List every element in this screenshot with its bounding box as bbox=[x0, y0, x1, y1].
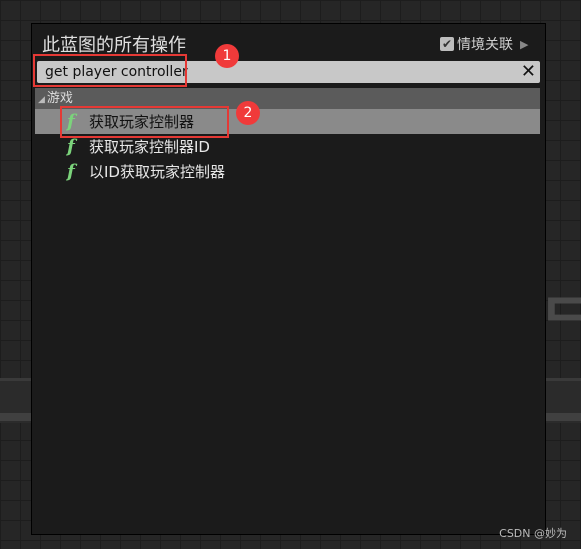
category-label: 游戏 bbox=[46, 91, 73, 106]
action-menu-panel: 此蓝图的所有操作 ✔ 情境关联 ▶ ✕ ◢游戏 f获取玩家控制器 f获取玩家控制… bbox=[31, 23, 546, 535]
triangle-down-icon: ◢ bbox=[38, 95, 45, 105]
item-label: 获取玩家控制器ID bbox=[89, 138, 210, 156]
watermark: CSDN @妙为 bbox=[499, 527, 567, 540]
context-label: 情境关联 bbox=[457, 37, 513, 53]
checkbox-checked-icon[interactable]: ✔ bbox=[440, 37, 454, 51]
annotation-badge-1: 1 bbox=[215, 44, 239, 68]
list-item[interactable]: f 以ID获取玩家控制器 bbox=[35, 159, 540, 184]
background-node-glyph: ᄃ bbox=[540, 289, 581, 359]
annotation-box-1 bbox=[33, 54, 187, 87]
annotation-box-2 bbox=[60, 106, 229, 138]
item-label: 以ID获取玩家控制器 bbox=[89, 163, 225, 181]
context-sensitive-toggle[interactable]: ✔ 情境关联 ▶ bbox=[440, 34, 528, 54]
arrow-right-icon[interactable]: ▶ bbox=[520, 38, 528, 51]
function-icon: f bbox=[67, 161, 75, 182]
annotation-badge-2: 2 bbox=[236, 101, 260, 125]
close-icon[interactable]: ✕ bbox=[521, 61, 536, 83]
